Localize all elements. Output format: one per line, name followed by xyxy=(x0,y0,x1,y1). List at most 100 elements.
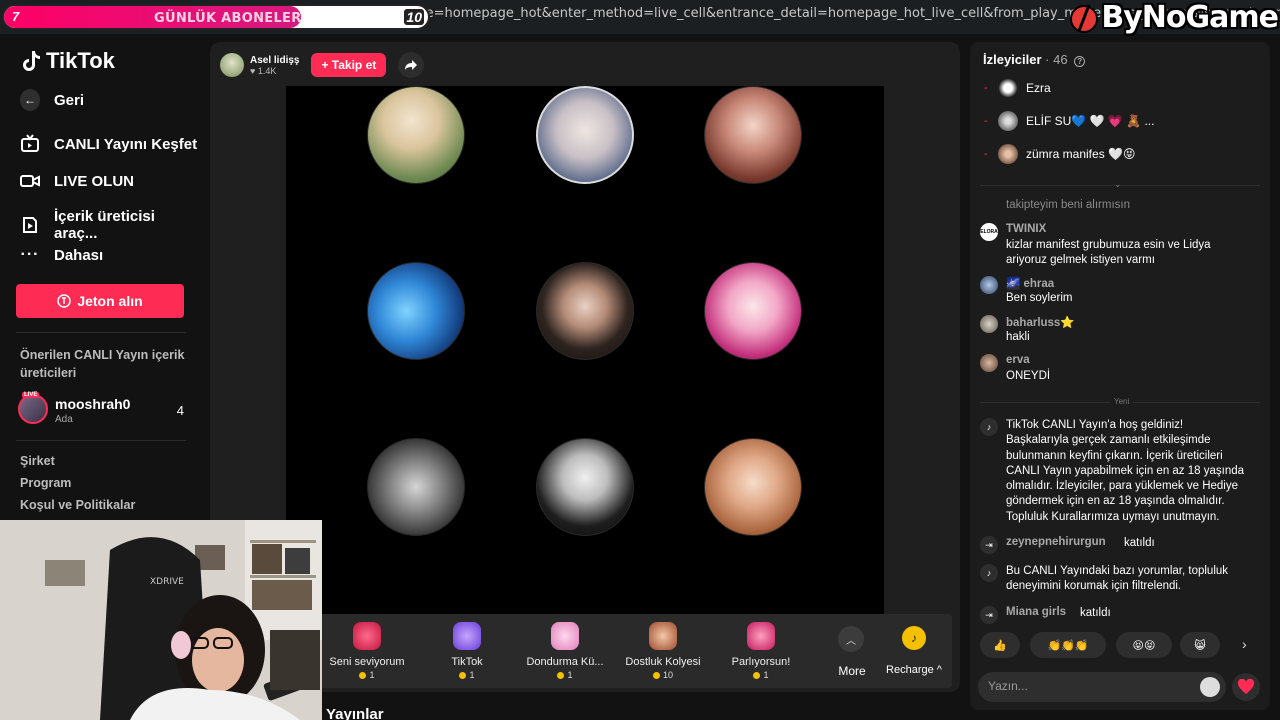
chat-username[interactable]: TWINIX xyxy=(1006,223,1046,235)
tiktok-coin-icon: ♪ xyxy=(902,626,926,650)
guest-video-1[interactable] xyxy=(367,86,465,184)
chevron-down-icon[interactable]: ⌄ xyxy=(1114,179,1122,190)
sidebar-item-label: LIVE OLUN xyxy=(54,172,135,190)
chat-input[interactable] xyxy=(988,679,1188,693)
share-button[interactable] xyxy=(398,52,425,78)
sidebar-divider xyxy=(16,440,186,441)
like-button[interactable] xyxy=(1232,673,1260,701)
back-button[interactable]: ← Geri xyxy=(20,89,84,111)
tiktok-icon: ♪ xyxy=(980,418,998,436)
creator-subtitle: Ada xyxy=(55,414,73,425)
chat-username[interactable]: baharluss⭐ xyxy=(1006,315,1075,329)
guest-video-8[interactable] xyxy=(536,438,634,536)
join-icon: ⇥ xyxy=(980,536,998,554)
gift-item-4[interactable]: Dostluk Kolyesi 10 xyxy=(618,614,708,688)
more-dots-icon: ··· xyxy=(20,246,40,263)
get-coins-button[interactable]: Jeton alın xyxy=(16,284,184,318)
back-arrow-icon: ← xyxy=(20,89,40,111)
join-notice: ⇥ Miana girls katıldı xyxy=(980,606,1250,624)
info-icon[interactable]: ? xyxy=(1074,56,1086,67)
viewer-name: ELİF SU💙 🤍 💗 🧸 ... xyxy=(1026,114,1155,128)
guest-video-2[interactable] xyxy=(536,86,634,184)
footer-link-program[interactable]: Program xyxy=(20,476,71,490)
webcam-scene: XDRIVE xyxy=(0,520,322,720)
more-gifts-label: More xyxy=(838,664,866,678)
quick-reactions: 👍 👏👏👏 😝😝 😸 › xyxy=(980,632,1260,658)
gift-item-2[interactable]: TikTok 1 xyxy=(422,614,512,688)
viewer-item[interactable]: - Ezra xyxy=(984,78,1051,98)
creator-name: mooshrah0 xyxy=(55,396,131,412)
sidebar-item-explore-live[interactable]: CANLI Yayını Keşfet xyxy=(20,134,197,154)
welcome-text: TikTok CANLI Yayın'a hoş geldiniz! Başka… xyxy=(1006,419,1245,523)
avatar xyxy=(998,144,1018,164)
gift-item-5[interactable]: Parlıyorsun! 1 xyxy=(716,614,806,688)
sidebar-item-go-live[interactable]: LIVE OLUN xyxy=(20,171,134,191)
footer-link-company[interactable]: Şirket xyxy=(20,454,55,468)
viewer-item[interactable]: - ELİF SU💙 🤍 💗 🧸 ... xyxy=(984,111,1154,131)
host-name[interactable]: Asel lidişş xyxy=(250,55,299,66)
joined-label: katıldı xyxy=(1124,537,1155,549)
sidebar-item-more[interactable]: ··· Dahası xyxy=(20,245,104,265)
guest-video-7[interactable] xyxy=(367,438,465,536)
avatar[interactable] xyxy=(980,276,998,294)
joined-username[interactable]: zeynepnehirurgun xyxy=(1006,536,1106,548)
gift-item-3[interactable]: Dondurma Kü... 1 xyxy=(520,614,610,688)
viewers-header[interactable]: İzleyiciler · 46 ? xyxy=(983,52,1086,67)
chat-message-text: ONEYDİ xyxy=(1006,370,1051,382)
recharge-button[interactable]: ♪ Recharge ^ xyxy=(876,614,952,688)
gift-name: Seni seviyorum xyxy=(329,656,405,668)
host-avatar[interactable] xyxy=(220,53,244,77)
subscriber-goal-target: 10 xyxy=(404,9,424,25)
gift-name: Dostluk Kolyesi xyxy=(625,656,701,668)
avatar xyxy=(998,78,1018,98)
suggested-creator-item[interactable]: LIVE mooshrah0 Ada 4 xyxy=(18,392,188,428)
guest-video-9[interactable] xyxy=(704,438,802,536)
joined-username[interactable]: Miana girls xyxy=(1006,606,1066,618)
reaction-tongue[interactable]: 😝😝 xyxy=(1116,632,1172,658)
streamer-watermark: ByNoGame xyxy=(1069,0,1279,35)
chevron-right-icon[interactable]: › xyxy=(1242,636,1247,652)
guest-video-4[interactable] xyxy=(367,262,465,360)
avatar[interactable]: ELORA xyxy=(980,223,998,241)
viewers-count: · 46 xyxy=(1045,52,1068,67)
chat-panel: İzleyiciler · 46 ? - Ezra - ELİF SU💙 🤍 💗… xyxy=(970,42,1270,710)
guest-video-6[interactable] xyxy=(704,262,802,360)
avatar[interactable] xyxy=(980,354,998,372)
guest-video-3[interactable] xyxy=(704,86,802,184)
gift-cost: 1 xyxy=(567,670,573,680)
reaction-cat[interactable]: 😸 xyxy=(1180,632,1220,658)
chat-username[interactable]: 🌌 ehraa xyxy=(1006,276,1054,290)
gift-tiktok-icon xyxy=(453,622,481,650)
reaction-clap[interactable]: 👏👏👏 xyxy=(1030,632,1106,658)
gift-name: TikTok xyxy=(451,656,483,668)
footer-link-terms[interactable]: Koşul ve Politikalar xyxy=(20,498,135,512)
gift-item-1[interactable]: Seni seviyorum 1 xyxy=(322,614,412,688)
chevron-up-icon: ︿ xyxy=(838,626,864,652)
heart-icon xyxy=(1237,679,1255,694)
avatar[interactable] xyxy=(980,315,998,333)
system-welcome-message: ♪ TikTok CANLI Yayın'a hoş geldiniz! Baş… xyxy=(980,418,1250,526)
viewer-item[interactable]: - zümra manifes 🤍😝 xyxy=(984,144,1135,164)
suggested-creators-title: Önerilen CANLI Yayın içerik üreticileri xyxy=(20,348,185,380)
gift-heart-icon xyxy=(353,622,381,650)
gift-name: Parlıyorsun! xyxy=(731,656,791,668)
streamer-webcam-overlay: XDRIVE xyxy=(0,520,322,720)
creator-tools-icon xyxy=(20,215,40,235)
gift-bar: Seni seviyorum 1 TikTok 1 Dondurma Kü...… xyxy=(322,614,882,688)
emoji-icon[interactable] xyxy=(1200,677,1220,697)
more-gifts-button[interactable]: ︿ More xyxy=(822,614,882,688)
follow-button[interactable]: + Takip et xyxy=(311,53,387,77)
new-messages-label: Yeni xyxy=(1110,397,1134,406)
gift-cost: 10 xyxy=(662,670,673,680)
chat-message: ELORA TWINIX kizlar manifest grubumuza e… xyxy=(980,223,1250,269)
reaction-thumbs-up[interactable]: 👍 xyxy=(980,632,1020,658)
chat-input-box[interactable] xyxy=(978,672,1226,702)
sidebar-item-label: CANLI Yayını Keşfet xyxy=(54,135,198,153)
tiktok-logo[interactable]: TikTok xyxy=(20,48,115,74)
guest-video-5[interactable] xyxy=(536,262,634,360)
live-video-grid[interactable] xyxy=(286,86,884,614)
sidebar-divider xyxy=(16,332,186,333)
sidebar-item-creator-tools[interactable]: İçerik üreticisi araç... xyxy=(20,208,200,242)
join-icon: ⇥ xyxy=(980,606,998,624)
chat-username[interactable]: erva xyxy=(1006,354,1030,366)
